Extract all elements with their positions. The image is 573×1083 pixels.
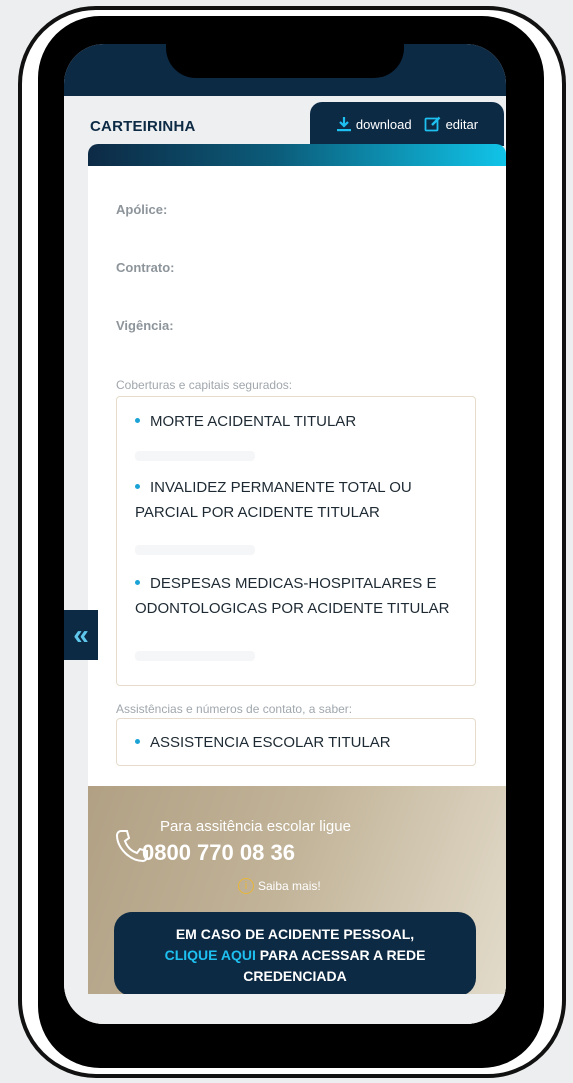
cta-line-1: EM CASO DE ACIDENTE PESSOAL, (175, 926, 415, 942)
double-chevron-left-icon: « (73, 619, 89, 650)
saiba-mais-label: Saiba mais! (258, 879, 321, 893)
page-title: CARTEIRINHA (90, 118, 196, 135)
contrato-label: Contrato: (116, 260, 175, 275)
insurance-card: Apólice: Contrato: Vigência: Coberturas … (88, 166, 506, 786)
divider (135, 545, 255, 555)
download-label: download (355, 116, 412, 132)
edit-icon (424, 115, 442, 133)
list-item: MORTE ACIDENTAL TITULAR (135, 409, 455, 434)
info-icon: i (238, 878, 254, 894)
divider (135, 451, 255, 461)
divider (135, 651, 255, 661)
coverage-list: MORTE ACIDENTAL TITULAR INVALIDEZ PERMAN… (116, 396, 476, 686)
clique-aqui-link[interactable]: CLIQUE AQUI (165, 947, 256, 963)
bullet-icon (135, 579, 140, 585)
list-item: INVALIDEZ PERMANENTE TOTAL OU PARCIAL PO… (135, 479, 412, 521)
collapse-side-tab[interactable]: « (64, 610, 98, 660)
bottom-area (64, 994, 506, 1024)
cta-line-3: CREDENCIADA (243, 968, 347, 984)
vigencia-label: Vigência: (116, 318, 174, 333)
list-item: DESPESAS MEDICAS-HOSPITALARES E ODONTOLO… (135, 575, 450, 617)
card-header-bar (88, 144, 506, 166)
phone-number[interactable]: 0800 770 08 36 (142, 840, 295, 866)
download-button[interactable]: download (336, 116, 412, 132)
assistance-label: Assistências e números de contato, a sab… (116, 702, 353, 716)
download-icon (336, 116, 352, 132)
bullet-icon (135, 417, 140, 423)
bullet-icon (135, 738, 140, 744)
edit-button[interactable]: editar (424, 115, 479, 133)
list-item: ASSISTENCIA ESCOLAR TITULAR (135, 730, 455, 755)
phone-notch (166, 44, 404, 78)
call-text: Para assitência escolar ligue (160, 818, 351, 835)
main-content: CARTEIRINHA download editar Apólice: Con… (64, 96, 506, 1024)
title-row: CARTEIRINHA download editar (64, 96, 506, 146)
phone-screen: CARTEIRINHA download editar Apólice: Con… (64, 44, 506, 1024)
assistance-contact-panel: Para assitência escolar ligue 0800 770 0… (88, 786, 506, 1024)
cta-line-2: CLIQUE AQUI PARA ACESSAR A REDE (164, 947, 426, 963)
card-actions: download editar (310, 102, 504, 146)
accident-network-button[interactable]: EM CASO DE ACIDENTE PESSOAL, CLIQUE AQUI… (114, 912, 476, 996)
bullet-icon (135, 483, 140, 489)
coverage-label: Coberturas e capitais segurados: (116, 378, 293, 392)
saiba-mais-link[interactable]: i Saiba mais! (238, 878, 321, 894)
edit-label: editar (445, 116, 479, 132)
apolice-label: Apólice: (116, 202, 168, 217)
assistance-list: ASSISTENCIA ESCOLAR TITULAR (116, 718, 476, 766)
